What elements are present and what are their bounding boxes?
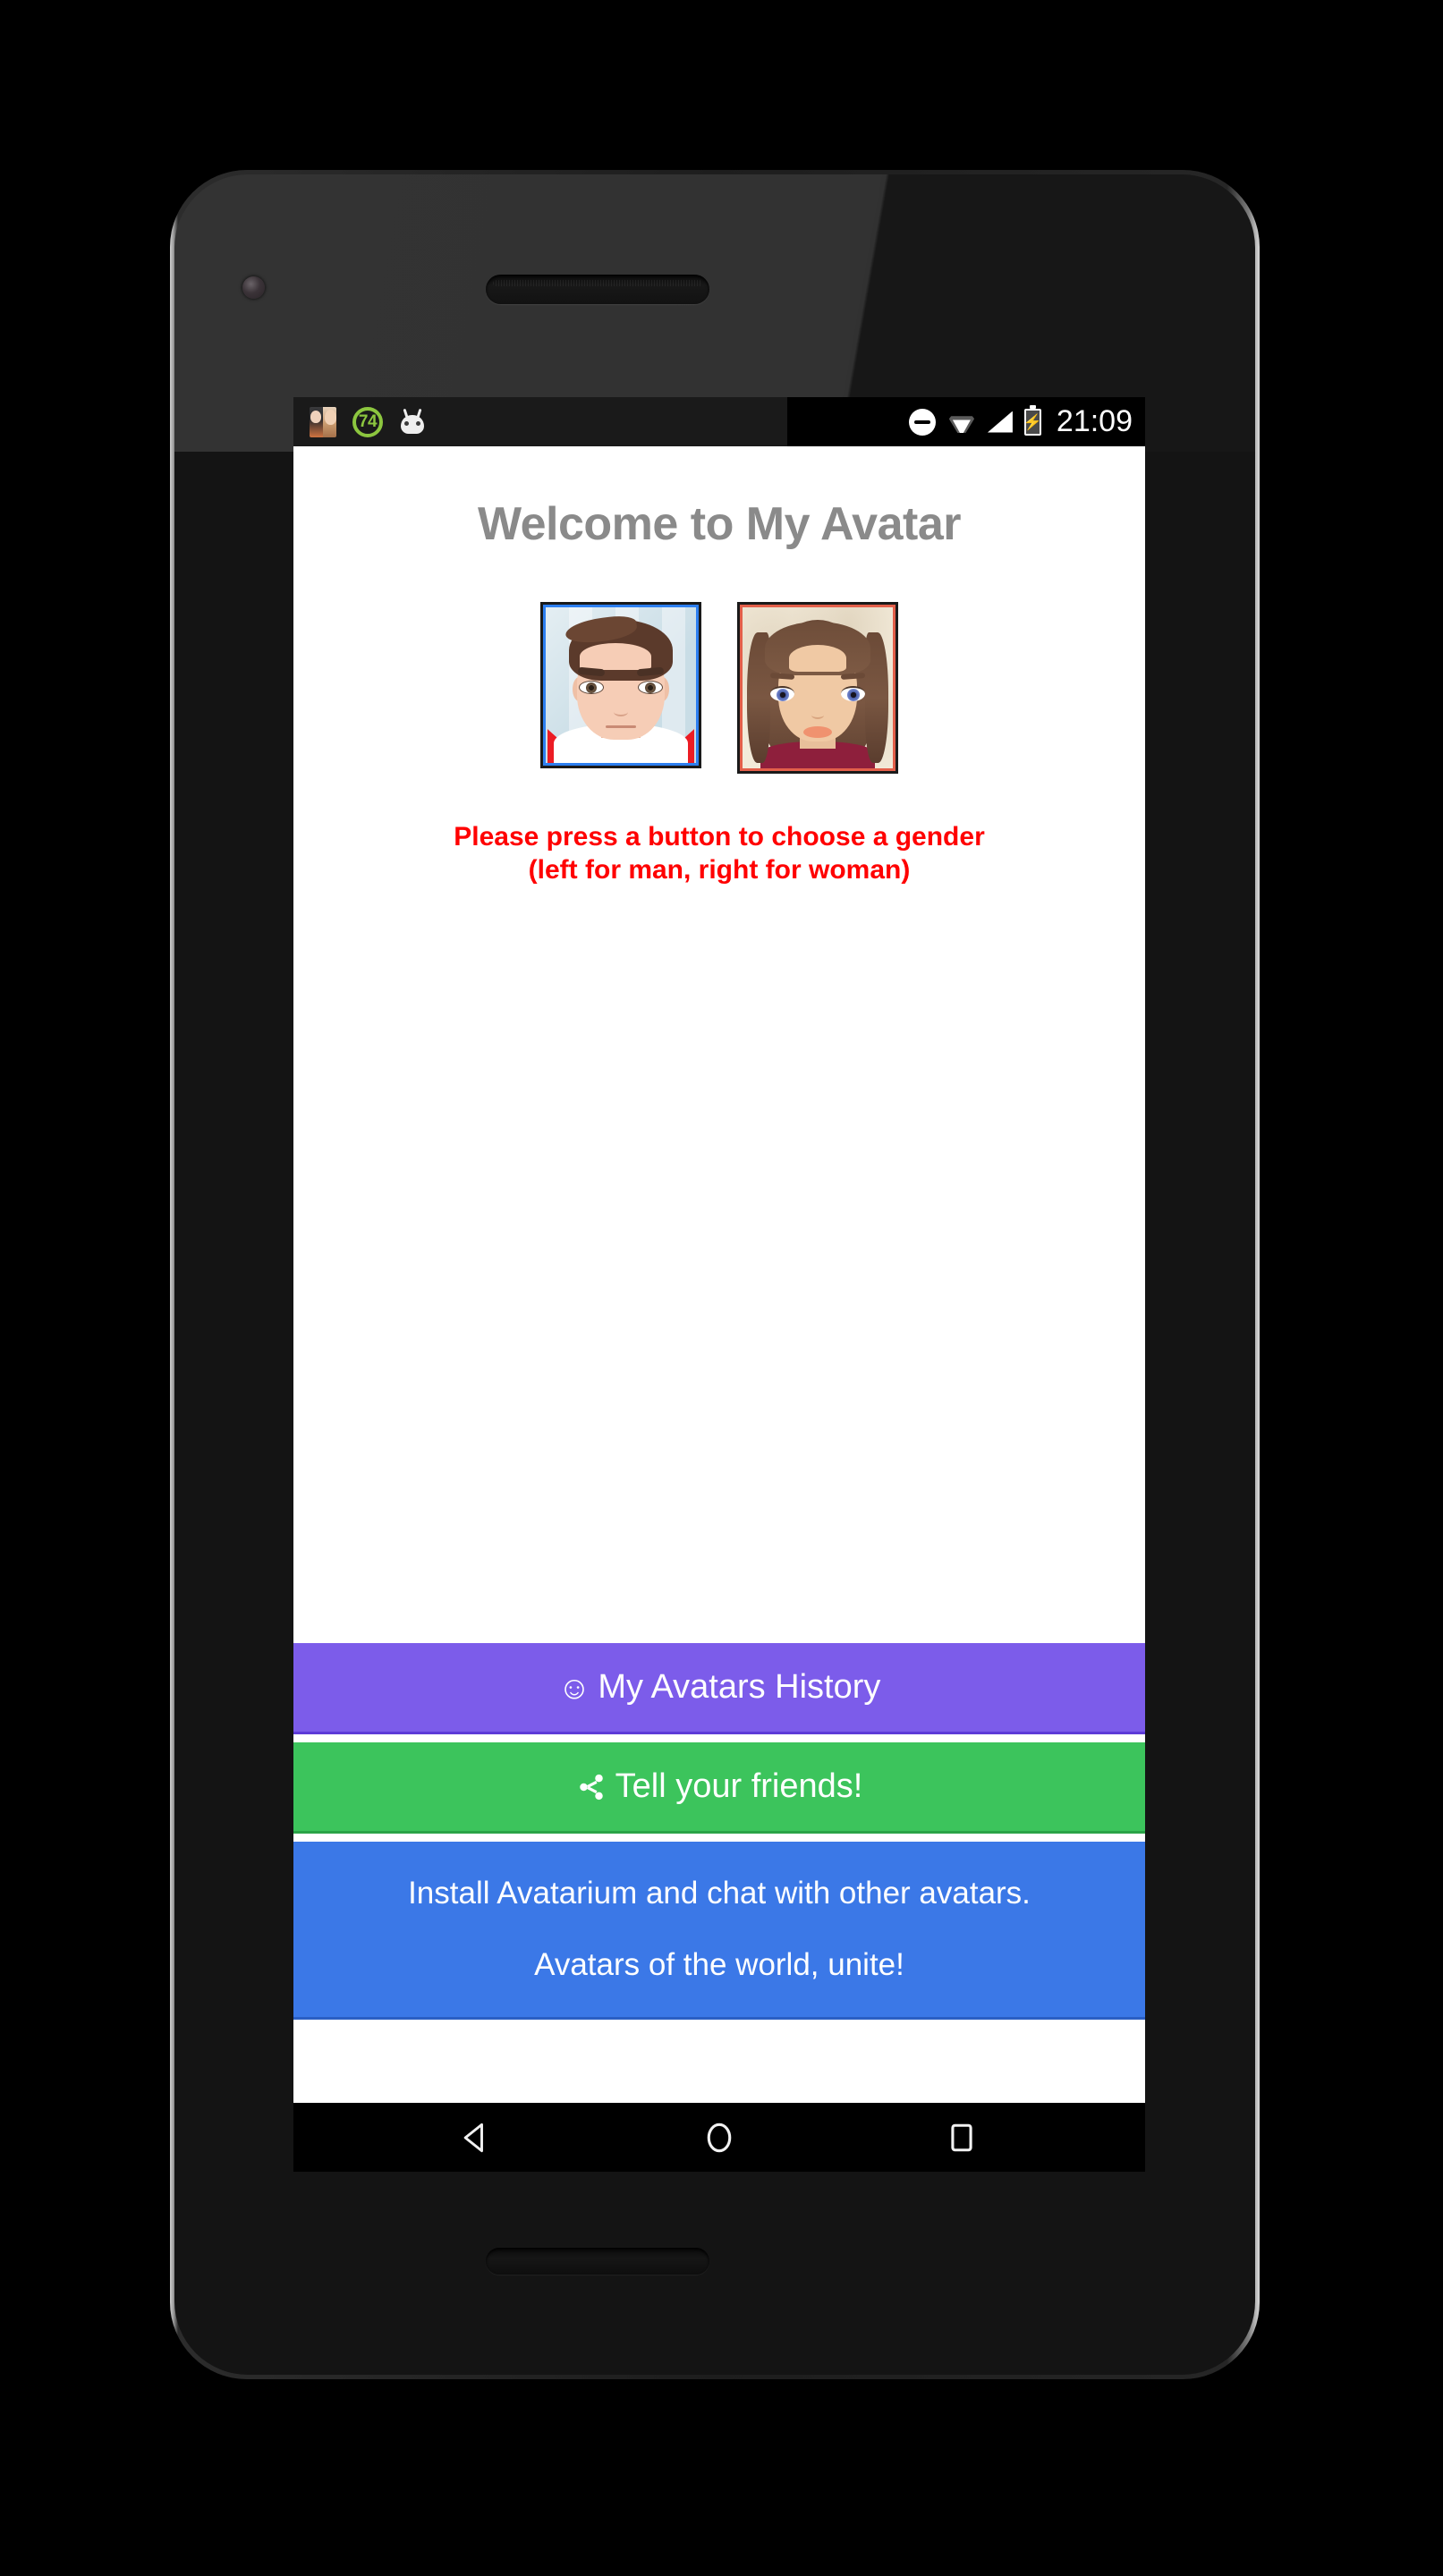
share-icon bbox=[576, 1772, 607, 1802]
avatar-chooser-row bbox=[293, 602, 1145, 774]
home-button[interactable] bbox=[675, 2103, 764, 2172]
battery-charging-icon[interactable]: ⚡ bbox=[1023, 404, 1042, 436]
install-banner-line-1: Install Avatarium and chat with other av… bbox=[408, 1876, 1031, 1911]
my-avatars-history-button[interactable]: ☺ My Avatars History bbox=[293, 1643, 1145, 1734]
my-avatars-history-label: My Avatars History bbox=[598, 1668, 881, 1706]
female-avatar-image bbox=[740, 605, 896, 771]
tell-your-friends-button[interactable]: Tell your friends! bbox=[293, 1742, 1145, 1834]
action-buttons-group: ☺ My Avatars History Tell your friends! … bbox=[293, 1643, 1145, 2103]
phone-device: 74 ⚡ 21:09 Welcome to My Avatar Please p… bbox=[170, 170, 1260, 2379]
screenshot-canvas: 74 ⚡ 21:09 Welcome to My Avatar Please p… bbox=[0, 0, 1443, 2576]
status-bar-clock: 21:09 bbox=[1056, 404, 1133, 438]
cellular-signal-icon[interactable] bbox=[987, 411, 1013, 433]
recents-button[interactable] bbox=[917, 2103, 1006, 2172]
page-title: Welcome to My Avatar bbox=[477, 498, 962, 550]
phone-screen: 74 ⚡ 21:09 Welcome to My Avatar Please p… bbox=[293, 397, 1145, 2172]
instruction-line-2: (left for man, right for woman) bbox=[528, 854, 911, 885]
smiley-icon: ☺ bbox=[557, 1668, 591, 1706]
app-top-section: Welcome to My Avatar Please press a butt… bbox=[293, 446, 1145, 886]
bottom-white-area bbox=[293, 2020, 1145, 2103]
male-avatar-image bbox=[543, 605, 699, 766]
android-head-icon[interactable] bbox=[399, 408, 426, 436]
bottom-speaker bbox=[486, 2248, 709, 2275]
status-bar-right-icons: ⚡ 21:09 bbox=[908, 404, 1133, 439]
android-navigation-bar bbox=[293, 2103, 1145, 2172]
front-camera-icon bbox=[242, 276, 265, 299]
phone-body: 74 ⚡ 21:09 Welcome to My Avatar Please p… bbox=[174, 174, 1255, 2375]
install-avatarium-banner[interactable]: Install Avatarium and chat with other av… bbox=[293, 1842, 1145, 2020]
male-avatar-button[interactable] bbox=[540, 602, 701, 768]
do-not-disturb-icon[interactable] bbox=[908, 408, 936, 436]
female-avatar-button[interactable] bbox=[737, 602, 898, 774]
install-banner-line-2: Avatars of the world, unite! bbox=[534, 1947, 904, 1982]
app-content: Welcome to My Avatar Please press a butt… bbox=[293, 446, 1145, 2103]
avatar-notification-icon[interactable] bbox=[310, 406, 336, 437]
status-bar: 74 ⚡ 21:09 bbox=[293, 397, 1145, 446]
tell-your-friends-label: Tell your friends! bbox=[615, 1767, 863, 1805]
gender-instruction-text: Please press a button to choose a gender… bbox=[293, 821, 1145, 886]
back-button[interactable] bbox=[432, 2103, 522, 2172]
earpiece-speaker bbox=[486, 275, 709, 304]
wifi-icon[interactable] bbox=[947, 411, 976, 433]
instruction-line-1: Please press a button to choose a gender bbox=[454, 822, 985, 852]
badge-74-icon[interactable]: 74 bbox=[352, 406, 383, 437]
status-bar-left-icons: 74 bbox=[310, 406, 426, 437]
